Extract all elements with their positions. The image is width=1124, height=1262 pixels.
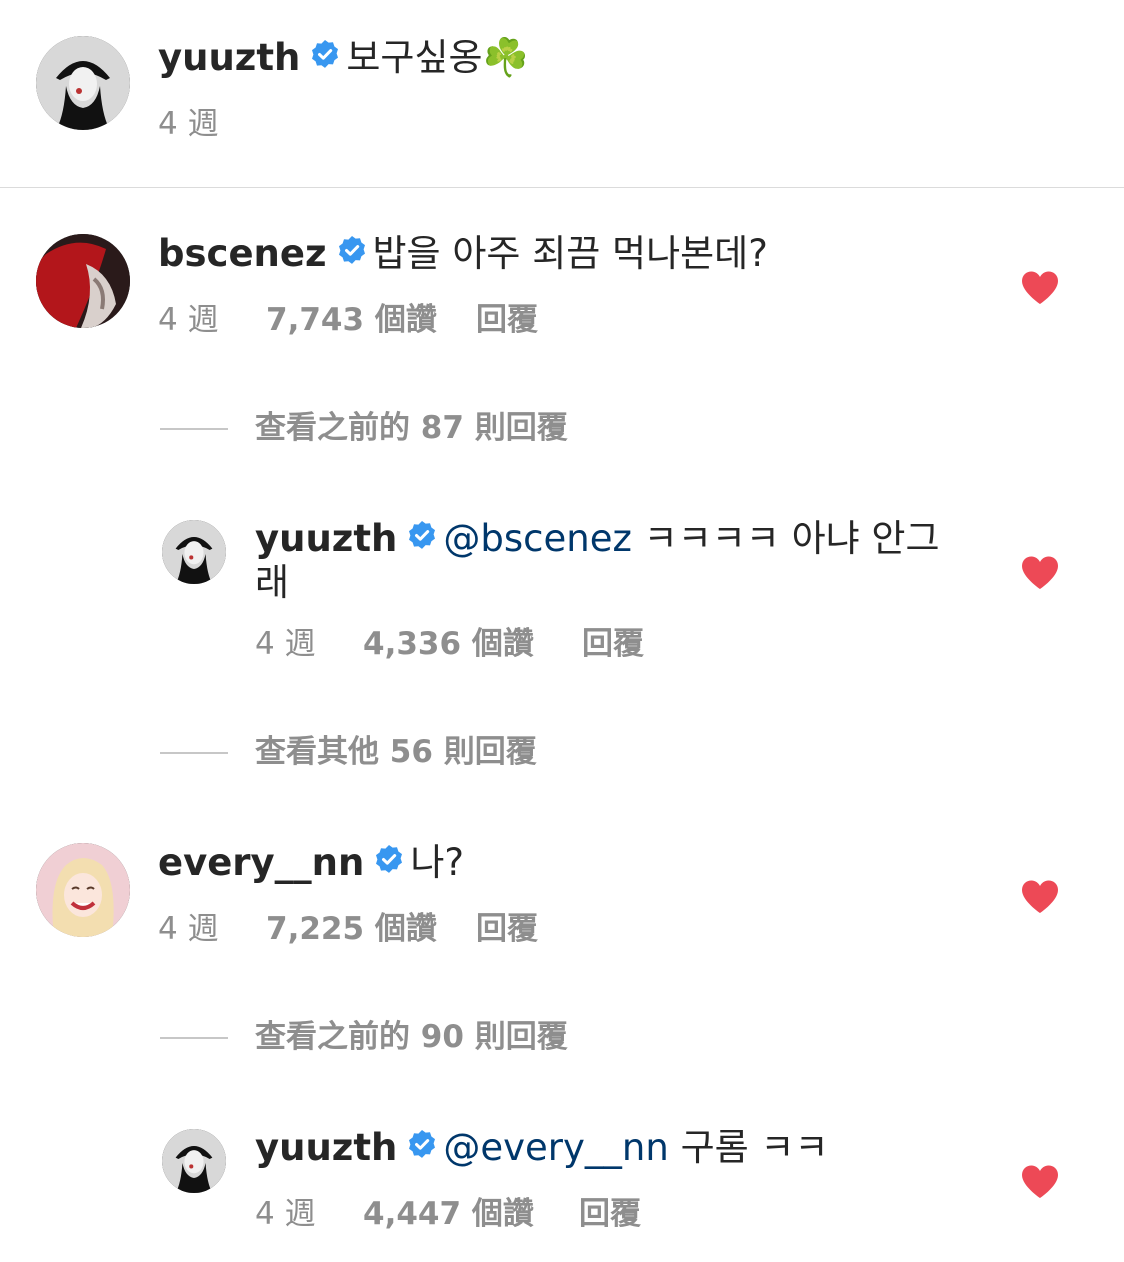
divider	[0, 187, 1124, 188]
dash	[160, 428, 228, 430]
timestamp: 4 週	[255, 1196, 316, 1232]
caption-text: 보구싶옹☘️	[346, 36, 529, 79]
comment-text: 밥을 아주 죄끔 먹나본데?	[372, 232, 768, 275]
avatar-yuuzth[interactable]	[36, 36, 130, 130]
reply-button[interactable]: 回覆	[476, 300, 538, 340]
likes-count[interactable]: 7,743 個讚	[266, 300, 437, 340]
likes-count[interactable]: 4,447 個讚	[363, 1194, 534, 1234]
verified-badge-icon	[337, 231, 367, 275]
avatar-every__nn[interactable]	[36, 843, 130, 937]
dash	[160, 1037, 228, 1039]
avatar-bscenez[interactable]	[36, 234, 130, 328]
comment-meta: 4 週 7,743 個讚 回覆	[158, 300, 658, 340]
reply-text-continued: 래	[255, 561, 290, 604]
avatar-yuuzth[interactable]	[162, 520, 226, 584]
reply-button[interactable]: 回覆	[476, 909, 538, 949]
timestamp: 4 週	[255, 626, 316, 662]
username[interactable]: bscenez	[158, 232, 327, 275]
reply-button[interactable]: 回覆	[582, 624, 644, 664]
view-replies-button[interactable]: 查看之前的 90 則回覆	[160, 1017, 660, 1057]
reply-button[interactable]: 回覆	[579, 1194, 641, 1234]
caption-meta: 4 週	[158, 104, 358, 144]
view-replies-label: 查看之前的 87 則回覆	[255, 410, 568, 446]
reply-line: yuuzth @every__nn 구롬 ㅋㅋ	[255, 1126, 829, 1172]
view-replies-button[interactable]: 查看之前的 87 則回覆	[160, 408, 660, 448]
likes-count[interactable]: 4,336 個讚	[363, 624, 534, 664]
reply-meta: 4 週 4,336 個讚 回覆	[255, 624, 755, 664]
dash	[160, 752, 228, 754]
heart-icon[interactable]	[1020, 270, 1060, 306]
caption-line: yuuzth 보구싶옹☘️	[158, 36, 529, 82]
username[interactable]: yuuzth	[158, 36, 300, 79]
reply-text: ㅋㅋㅋㅋ 아냐 안그	[643, 517, 940, 560]
comment-line: every__nn 나?	[158, 841, 464, 887]
timestamp: 4 週	[158, 106, 219, 142]
likes-count[interactable]: 7,225 個讚	[266, 909, 437, 949]
heart-icon[interactable]	[1020, 879, 1060, 915]
view-replies-label: 查看之前的 90 則回覆	[255, 1019, 568, 1055]
timestamp: 4 週	[158, 911, 219, 947]
reply-text: 구롬 ㅋㅋ	[680, 1126, 829, 1169]
reply-meta: 4 週 4,447 個讚 回覆	[255, 1194, 755, 1234]
reply-line: yuuzth @bscenez ㅋㅋㅋㅋ 아냐 안그	[255, 517, 940, 563]
username[interactable]: yuuzth	[255, 1126, 397, 1169]
comment-text: 나?	[410, 841, 465, 884]
comment-meta: 4 週 7,225 個讚 回覆	[158, 909, 658, 949]
comment-line: bscenez 밥을 아주 죄끔 먹나본데?	[158, 232, 768, 278]
username[interactable]: every__nn	[158, 841, 364, 884]
view-more-replies-button[interactable]: 查看其他 56 則回覆	[160, 732, 660, 772]
reply-line-2: 래	[255, 561, 289, 605]
avatar-yuuzth[interactable]	[162, 1129, 226, 1193]
verified-badge-icon	[310, 35, 340, 79]
verified-badge-icon	[407, 1125, 437, 1169]
verified-badge-icon	[374, 840, 404, 884]
username[interactable]: yuuzth	[255, 517, 397, 560]
mention-link[interactable]: @bscenez	[443, 517, 632, 560]
timestamp: 4 週	[158, 302, 219, 338]
mention-link[interactable]: @every__nn	[443, 1126, 668, 1169]
view-more-label: 查看其他 56 則回覆	[255, 734, 537, 770]
heart-icon[interactable]	[1020, 1164, 1060, 1200]
heart-icon[interactable]	[1020, 555, 1060, 591]
verified-badge-icon	[407, 516, 437, 560]
